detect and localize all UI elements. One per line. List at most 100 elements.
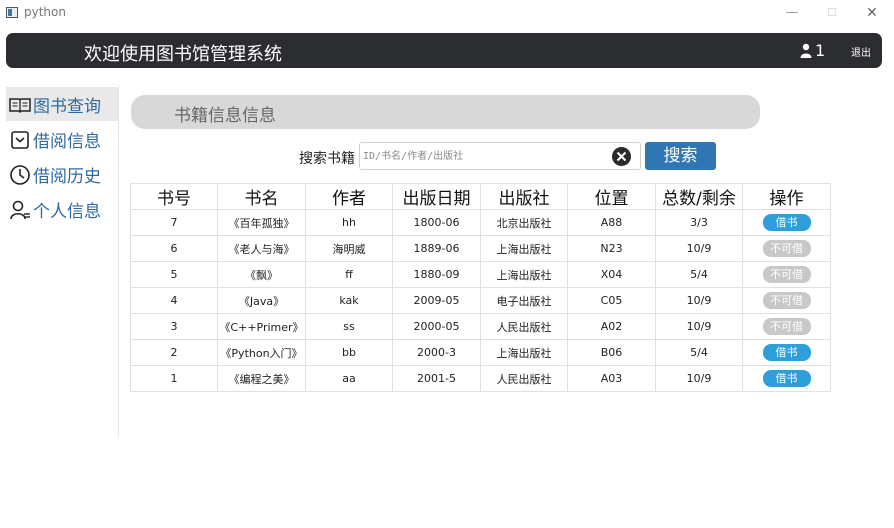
table-row[interactable]: 7 《百年孤独》 hh 1800-06 北京出版社 A88 3/3 借书: [130, 209, 831, 236]
book-title-cell: 《编程之美》: [217, 365, 306, 392]
book-publisher-cell: 上海出版社: [480, 261, 568, 288]
book-count-cell: 10/9: [655, 235, 743, 262]
book-id-cell: 2: [130, 339, 218, 366]
clear-icon[interactable]: [611, 146, 632, 167]
book-id-cell: 7: [130, 209, 218, 236]
book-author-cell: bb: [305, 339, 393, 366]
table-row[interactable]: 4 《Java》 kak 2009-05 电子出版社 C05 10/9 不可借: [130, 287, 831, 314]
window-titlebar: python — ☐ ✕: [0, 0, 894, 26]
search-button[interactable]: 搜索: [645, 142, 716, 170]
search-input[interactable]: [363, 146, 603, 166]
sidebar-item-borrow-history[interactable]: 借阅历史: [6, 157, 118, 191]
unavailable-button[interactable]: 不可借: [762, 292, 811, 309]
action-cell: 借书: [742, 365, 831, 392]
book-id-cell: 5: [130, 261, 218, 288]
sidebar-item-label: 借阅信息: [33, 132, 101, 152]
column-header[interactable]: 位置: [567, 183, 656, 210]
book-count-cell: 3/3: [655, 209, 743, 236]
table-row[interactable]: 3 《C++Primer》 ss 2000-05 人民出版社 A02 10/9 …: [130, 313, 831, 340]
book-title-cell: 《Java》: [217, 287, 306, 314]
borrow-button[interactable]: 借书: [762, 370, 811, 387]
book-publisher-cell: 电子出版社: [480, 287, 568, 314]
sidebar-item-book-search[interactable]: 图书查询: [6, 87, 118, 121]
column-header[interactable]: 操作: [742, 183, 831, 210]
borrow-button[interactable]: 借书: [762, 344, 811, 361]
table-row[interactable]: 2 《Python入门》 bb 2000-3 上海出版社 B06 5/4 借书: [130, 339, 831, 366]
book-publisher-cell: 上海出版社: [480, 339, 568, 366]
book-date-cell: 1889-06: [392, 235, 481, 262]
book-location-cell: A02: [567, 313, 656, 340]
book-date-cell: 2001-5: [392, 365, 481, 392]
book-publisher-cell: 人民出版社: [480, 313, 568, 340]
close-button[interactable]: ✕: [858, 3, 886, 23]
book-id-cell: 1: [130, 365, 218, 392]
sidebar-item-label: 借阅历史: [33, 167, 101, 187]
book-title-cell: 《飘》: [217, 261, 306, 288]
book-title-cell: 《老人与海》: [217, 235, 306, 262]
book-count-cell: 5/4: [655, 339, 743, 366]
unavailable-button[interactable]: 不可借: [762, 318, 811, 335]
book-id-cell: 4: [130, 287, 218, 314]
book-date-cell: 1880-09: [392, 261, 481, 288]
borrow-button[interactable]: 借书: [762, 214, 811, 231]
sidebar-item-borrow-info[interactable]: 借阅信息: [6, 122, 118, 156]
book-count-cell: 10/9: [655, 365, 743, 392]
column-header[interactable]: 书号: [130, 183, 218, 210]
book-count-cell: 10/9: [655, 287, 743, 314]
column-header[interactable]: 出版社: [480, 183, 568, 210]
book-location-cell: B06: [567, 339, 656, 366]
column-header[interactable]: 出版日期: [392, 183, 481, 210]
book-author-cell: hh: [305, 209, 393, 236]
table-header-row: 书号 书名 作者 出版日期 出版社 位置 总数/剩余 操作: [130, 183, 831, 210]
clock-icon: [10, 165, 30, 185]
section-title: 书籍信息信息: [174, 106, 276, 126]
book-id-cell: 6: [130, 235, 218, 262]
search-box: [359, 142, 641, 170]
table-row[interactable]: 6 《老人与海》 海明威 1889-06 上海出版社 N23 10/9 不可借: [130, 235, 831, 262]
sidebar-item-label: 个人信息: [33, 202, 101, 222]
book-author-cell: 海明威: [305, 235, 393, 262]
person-icon: [10, 200, 30, 220]
user-icon: [800, 43, 812, 58]
sidebar: 图书查询 借阅信息 借阅历史 个人信息: [6, 85, 119, 437]
book-date-cell: 2000-05: [392, 313, 481, 340]
book-author-cell: aa: [305, 365, 393, 392]
sidebar-item-label: 图书查询: [33, 97, 101, 117]
book-count-cell: 10/9: [655, 313, 743, 340]
app-header: 欢迎使用图书馆管理系统 1 退出: [6, 33, 882, 68]
book-title-cell: 《Python入门》: [217, 339, 306, 366]
app-icon: [6, 7, 18, 18]
table-row[interactable]: 5 《飘》 ff 1880-09 上海出版社 X04 5/4 不可借: [130, 261, 831, 288]
column-header[interactable]: 总数/剩余: [655, 183, 743, 210]
minimize-button[interactable]: —: [778, 3, 806, 23]
action-cell: 不可借: [742, 235, 831, 262]
book-date-cell: 2009-05: [392, 287, 481, 314]
book-location-cell: X04: [567, 261, 656, 288]
book-date-cell: 2000-3: [392, 339, 481, 366]
maximize-button[interactable]: ☐: [818, 3, 846, 23]
header-title: 欢迎使用图书馆管理系统: [84, 44, 282, 65]
window-title: python: [24, 5, 66, 19]
logout-button[interactable]: 退出: [851, 44, 871, 59]
unavailable-button[interactable]: 不可借: [762, 266, 811, 283]
action-cell: 借书: [742, 209, 831, 236]
action-cell: 借书: [742, 339, 831, 366]
open-book-icon: [9, 98, 31, 114]
book-author-cell: ff: [305, 261, 393, 288]
sidebar-item-personal-info[interactable]: 个人信息: [6, 192, 118, 226]
column-header[interactable]: 书名: [217, 183, 306, 210]
unavailable-button[interactable]: 不可借: [762, 240, 811, 257]
book-location-cell: C05: [567, 287, 656, 314]
book-location-cell: N23: [567, 235, 656, 262]
inbox-icon: [11, 131, 29, 149]
column-header[interactable]: 作者: [305, 183, 393, 210]
book-author-cell: kak: [305, 287, 393, 314]
book-location-cell: A88: [567, 209, 656, 236]
book-publisher-cell: 人民出版社: [480, 365, 568, 392]
book-author-cell: ss: [305, 313, 393, 340]
user-count: 1: [815, 41, 826, 60]
action-cell: 不可借: [742, 261, 831, 288]
action-cell: 不可借: [742, 287, 831, 314]
table-row[interactable]: 1 《编程之美》 aa 2001-5 人民出版社 A03 10/9 借书: [130, 365, 831, 392]
book-title-cell: 《C++Primer》: [217, 313, 306, 340]
